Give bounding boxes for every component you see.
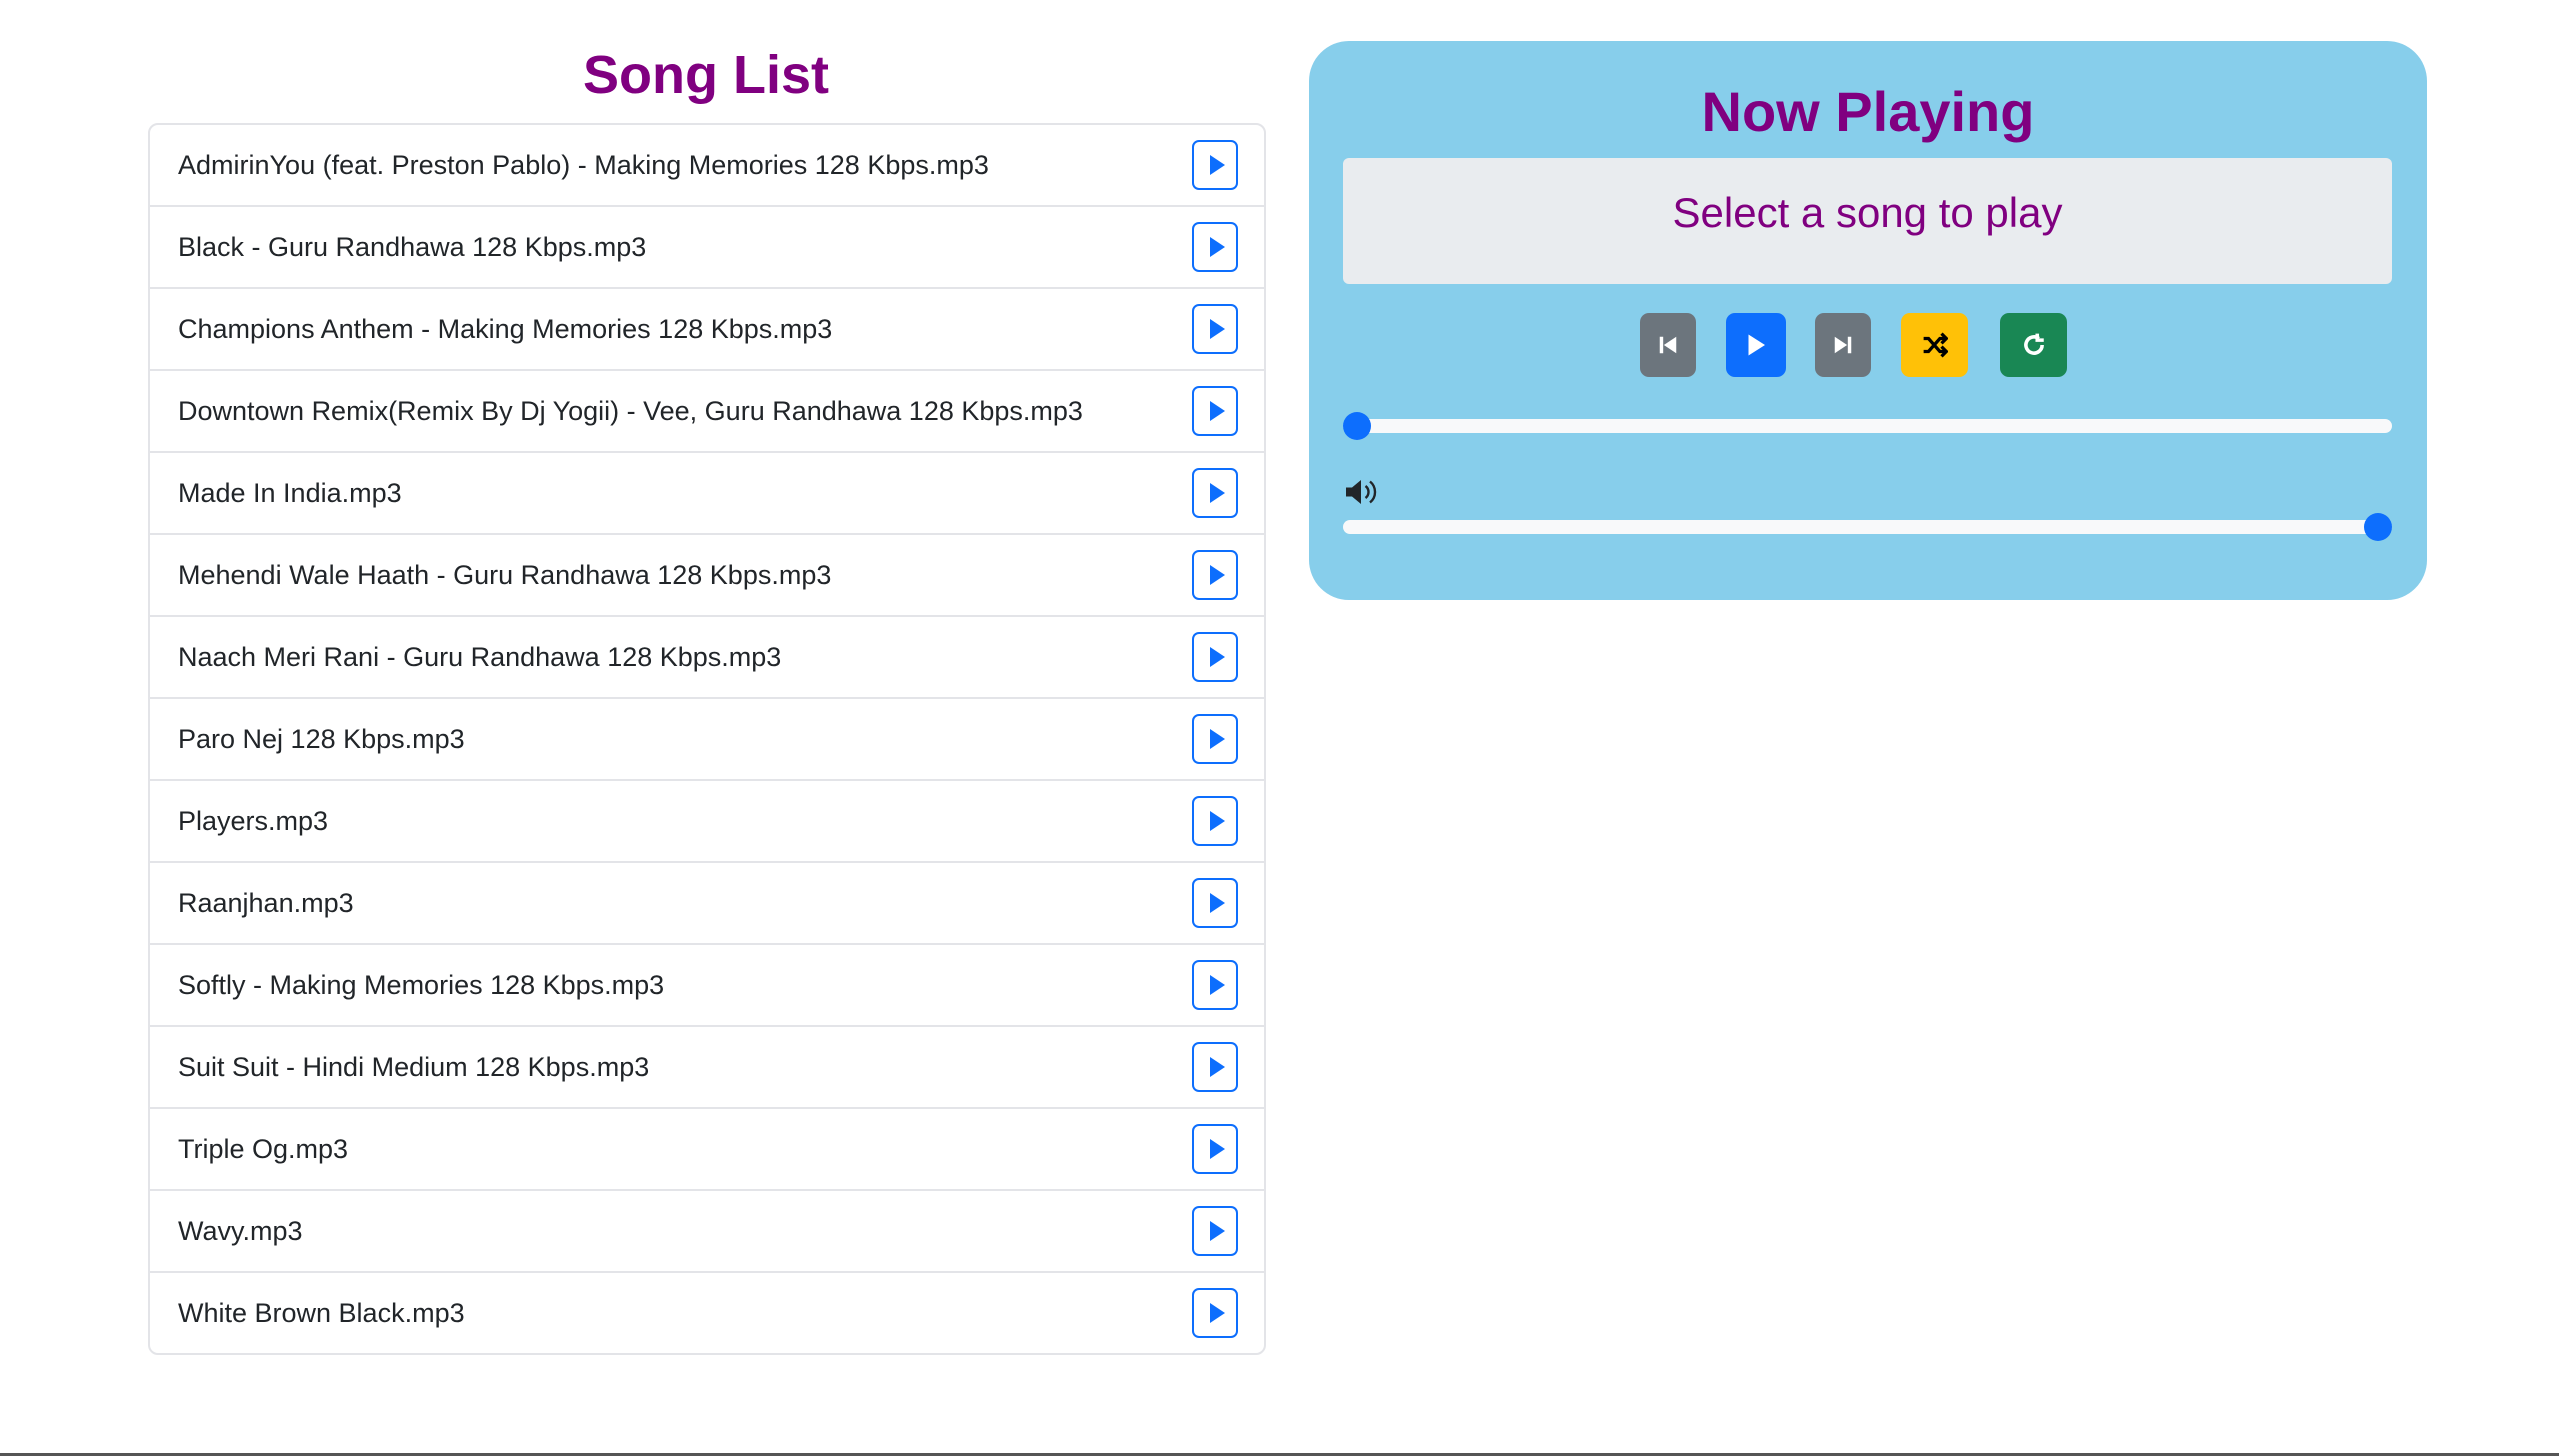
next-button[interactable] — [1815, 313, 1871, 377]
play-song-button[interactable] — [1192, 714, 1238, 764]
song-list-item: Triple Og.mp3 — [150, 1107, 1264, 1189]
song-list-item: Players.mp3 — [150, 779, 1264, 861]
song-name: Players.mp3 — [178, 805, 329, 836]
song-name: Triple Og.mp3 — [178, 1133, 349, 1164]
song-list: AdmirinYou (feat. Preston Pablo) - Makin… — [148, 123, 1266, 1355]
play-song-button[interactable] — [1192, 304, 1238, 354]
song-list-title: Song List — [583, 45, 829, 105]
play-icon — [1209, 1139, 1225, 1159]
play-icon — [1209, 1057, 1225, 1077]
play-icon — [1209, 811, 1225, 831]
play-button[interactable] — [1726, 313, 1786, 377]
song-name: Black - Guru Randhawa 128 Kbps.mp3 — [178, 231, 647, 262]
play-song-button[interactable] — [1192, 878, 1238, 928]
song-name: Wavy.mp3 — [178, 1215, 303, 1246]
song-list-item: Paro Nej 128 Kbps.mp3 — [150, 697, 1264, 779]
current-song-display: Select a song to play — [1343, 158, 2392, 284]
song-list-item: Wavy.mp3 — [150, 1189, 1264, 1271]
song-list-item: Made In India.mp3 — [150, 451, 1264, 533]
play-song-button[interactable] — [1192, 468, 1238, 518]
play-icon — [1209, 893, 1225, 913]
play-icon — [1209, 319, 1225, 339]
song-name: Suit Suit - Hindi Medium 128 Kbps.mp3 — [178, 1051, 650, 1082]
song-name: Raanjhan.mp3 — [178, 887, 354, 918]
song-name: Paro Nej 128 Kbps.mp3 — [178, 723, 465, 754]
song-name: Softly - Making Memories 128 Kbps.mp3 — [178, 969, 665, 1000]
volume-slider-thumb[interactable] — [2364, 513, 2392, 541]
play-song-button[interactable] — [1192, 1288, 1238, 1338]
play-icon — [1209, 401, 1225, 421]
now-playing-title: Now Playing — [1701, 80, 2035, 143]
play-song-button[interactable] — [1192, 960, 1238, 1010]
play-song-button[interactable] — [1192, 1124, 1238, 1174]
song-list-item: White Brown Black.mp3 — [150, 1271, 1264, 1353]
play-icon — [1209, 1303, 1225, 1323]
song-list-item: Black - Guru Randhawa 128 Kbps.mp3 — [150, 205, 1264, 287]
song-name: White Brown Black.mp3 — [178, 1297, 465, 1328]
play-icon — [1209, 565, 1225, 585]
volume-slider[interactable] — [1343, 513, 2392, 541]
song-list-item: Raanjhan.mp3 — [150, 861, 1264, 943]
song-name: Mehendi Wale Haath - Guru Randhawa 128 K… — [178, 559, 832, 590]
play-icon — [1209, 975, 1225, 995]
play-song-button[interactable] — [1192, 796, 1238, 846]
play-song-button[interactable] — [1192, 1206, 1238, 1256]
song-name: Downtown Remix(Remix By Dj Yogii) - Vee,… — [178, 395, 1083, 426]
song-name: Champions Anthem - Making Memories 128 K… — [178, 313, 833, 344]
song-list-item: Softly - Making Memories 128 Kbps.mp3 — [150, 943, 1264, 1025]
play-icon — [1209, 1221, 1225, 1241]
now-playing-panel: Now Playing Select a song to play — [1309, 41, 2427, 600]
skip-back-icon — [1659, 336, 1677, 354]
shuffle-icon — [1923, 332, 1948, 358]
play-icon — [1209, 483, 1225, 503]
play-icon — [1748, 334, 1765, 356]
song-list-item: Suit Suit - Hindi Medium 128 Kbps.mp3 — [150, 1025, 1264, 1107]
play-icon — [1209, 729, 1225, 749]
repeat-button[interactable] — [2000, 313, 2067, 377]
song-list-item: Mehendi Wale Haath - Guru Randhawa 128 K… — [150, 533, 1264, 615]
song-list-item: AdmirinYou (feat. Preston Pablo) - Makin… — [150, 125, 1264, 205]
repeat-icon — [2023, 333, 2044, 355]
play-song-button[interactable] — [1192, 1042, 1238, 1092]
song-name: Made In India.mp3 — [178, 477, 402, 508]
play-icon — [1209, 155, 1225, 175]
play-song-button[interactable] — [1192, 222, 1238, 272]
play-icon — [1209, 237, 1225, 257]
shuffle-button[interactable] — [1901, 313, 1968, 377]
song-list-item: Downtown Remix(Remix By Dj Yogii) - Vee,… — [150, 369, 1264, 451]
song-list-item: Champions Anthem - Making Memories 128 K… — [150, 287, 1264, 369]
song-name: Naach Meri Rani - Guru Randhawa 128 Kbps… — [178, 641, 782, 672]
previous-button[interactable] — [1640, 313, 1696, 377]
volume-icon — [1343, 477, 1379, 512]
play-icon — [1209, 647, 1225, 667]
play-song-button[interactable] — [1192, 386, 1238, 436]
progress-slider-thumb[interactable] — [1343, 412, 1371, 440]
song-list-item: Naach Meri Rani - Guru Randhawa 128 Kbps… — [150, 615, 1264, 697]
play-song-button[interactable] — [1192, 550, 1238, 600]
progress-slider[interactable] — [1343, 412, 2392, 440]
song-name: AdmirinYou (feat. Preston Pablo) - Makin… — [178, 149, 989, 180]
play-song-button[interactable] — [1192, 140, 1238, 190]
play-song-button[interactable] — [1192, 632, 1238, 682]
skip-forward-icon — [1834, 336, 1852, 354]
